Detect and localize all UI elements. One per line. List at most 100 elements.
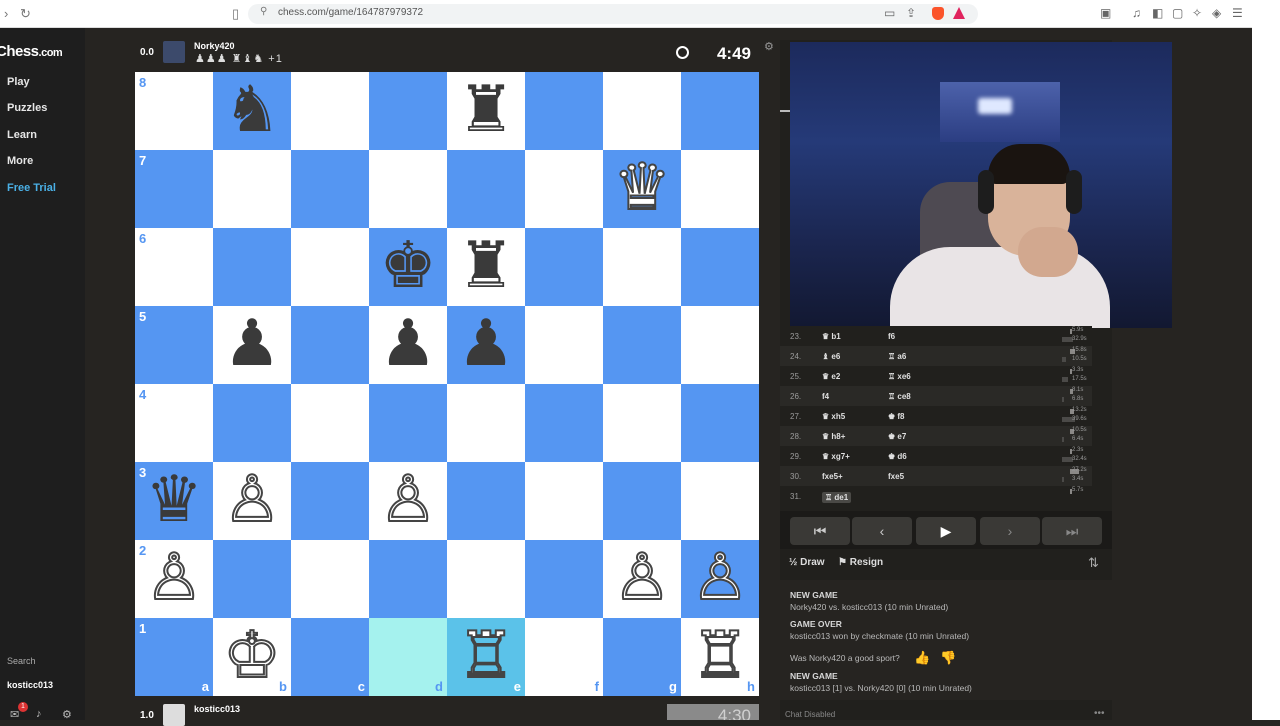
white-move[interactable]: f4 xyxy=(822,392,829,401)
square-c4[interactable] xyxy=(291,384,369,462)
site-info-icon[interactable]: ⚲ xyxy=(260,6,267,17)
square-a2[interactable]: 2 ♙ xyxy=(135,540,213,618)
bookmark-icon[interactable]: ▯ xyxy=(232,6,239,22)
sidebar-item-learn[interactable]: Learn xyxy=(7,129,37,141)
square-b8[interactable]: ♞ xyxy=(213,72,291,150)
menu-icon[interactable]: ☰ xyxy=(1232,6,1243,20)
square-g7[interactable]: ♛ xyxy=(603,150,681,228)
black-piece[interactable]: ♞ xyxy=(213,72,291,150)
square-f5[interactable] xyxy=(525,306,603,384)
black-move[interactable]: ♖ ce8 xyxy=(888,392,911,401)
square-g8[interactable] xyxy=(603,72,681,150)
square-e7[interactable] xyxy=(447,150,525,228)
square-e1[interactable]: e ♖ xyxy=(447,618,525,696)
sidebar-username[interactable]: kosticc013 xyxy=(7,680,53,690)
flip-board-icon[interactable]: ⇅ xyxy=(1088,555,1099,571)
square-c5[interactable] xyxy=(291,306,369,384)
square-h3[interactable] xyxy=(681,462,759,540)
white-piece[interactable]: ♙ xyxy=(603,540,681,618)
white-piece[interactable]: ♖ xyxy=(681,618,759,696)
square-g3[interactable] xyxy=(603,462,681,540)
square-f2[interactable] xyxy=(525,540,603,618)
cast-icon[interactable]: ▭ xyxy=(884,6,895,20)
share-icon[interactable]: ⇪ xyxy=(906,6,916,20)
square-f4[interactable] xyxy=(525,384,603,462)
square-c6[interactable] xyxy=(291,228,369,306)
square-a1[interactable]: 1a xyxy=(135,618,213,696)
black-move[interactable]: ♖ xe6 xyxy=(888,372,911,381)
square-e3[interactable] xyxy=(447,462,525,540)
square-a4[interactable]: 4 xyxy=(135,384,213,462)
square-a8[interactable]: 8 xyxy=(135,72,213,150)
square-f6[interactable] xyxy=(525,228,603,306)
square-h6[interactable] xyxy=(681,228,759,306)
white-move[interactable]: ♖ de1 xyxy=(822,492,852,503)
black-move[interactable]: f6 xyxy=(888,332,895,341)
black-move[interactable]: ♖ a6 xyxy=(888,352,906,361)
square-h5[interactable] xyxy=(681,306,759,384)
wallet-icon[interactable]: ▢ xyxy=(1172,6,1183,20)
square-g2[interactable]: ♙ xyxy=(603,540,681,618)
black-move[interactable]: fxe5 xyxy=(888,472,904,481)
brave-rewards-icon[interactable] xyxy=(953,7,965,19)
next-move-button[interactable]: › xyxy=(980,517,1040,545)
square-f3[interactable] xyxy=(525,462,603,540)
square-e2[interactable] xyxy=(447,540,525,618)
sidebar-search[interactable]: Search xyxy=(7,656,36,666)
square-g6[interactable] xyxy=(603,228,681,306)
previous-move-button[interactable]: ‹ xyxy=(852,517,912,545)
square-g5[interactable] xyxy=(603,306,681,384)
last-move-button[interactable]: ⏭ xyxy=(1042,517,1102,545)
square-d1[interactable]: d xyxy=(369,618,447,696)
square-b6[interactable] xyxy=(213,228,291,306)
media-icon[interactable]: ♫ xyxy=(1132,6,1141,20)
back-icon[interactable]: › xyxy=(4,6,8,22)
white-piece[interactable]: ♛ xyxy=(603,150,681,228)
gear-icon[interactable]: ⚙ xyxy=(62,708,72,721)
square-c2[interactable] xyxy=(291,540,369,618)
square-f1[interactable]: f xyxy=(525,618,603,696)
square-h2[interactable]: ♙ xyxy=(681,540,759,618)
square-g4[interactable] xyxy=(603,384,681,462)
draw-button[interactable]: ½ Draw xyxy=(789,557,825,568)
top-player-name[interactable]: Norky420 xyxy=(194,41,235,51)
square-d5[interactable]: ♟ xyxy=(369,306,447,384)
white-move[interactable]: ♝ e6 xyxy=(822,352,840,361)
square-h7[interactable] xyxy=(681,150,759,228)
black-move[interactable]: ♚ e7 xyxy=(888,432,906,441)
square-c7[interactable] xyxy=(291,150,369,228)
white-piece[interactable]: ♙ xyxy=(681,540,759,618)
square-g1[interactable]: g xyxy=(603,618,681,696)
chess-logo[interactable]: Chess.com xyxy=(0,43,63,60)
first-move-button[interactable]: ⏮ xyxy=(790,517,850,545)
leo-icon[interactable]: ✧ xyxy=(1192,6,1202,20)
white-move[interactable]: ♛ xh5 xyxy=(822,412,845,421)
white-piece[interactable]: ♙ xyxy=(213,462,291,540)
square-b2[interactable] xyxy=(213,540,291,618)
address-bar[interactable]: ⚲ chess.com/game/164787979372 xyxy=(248,4,978,24)
square-d7[interactable] xyxy=(369,150,447,228)
square-f7[interactable] xyxy=(525,150,603,228)
black-piece[interactable]: ♜ xyxy=(447,72,525,150)
sidebar-item-free-trial[interactable]: Free Trial xyxy=(7,182,56,194)
black-move[interactable]: ♚ d6 xyxy=(888,452,907,461)
board-settings-icon[interactable]: ⚙ xyxy=(764,40,774,53)
white-move[interactable]: fxe5+ xyxy=(822,472,843,481)
square-b4[interactable] xyxy=(213,384,291,462)
brave-shields-icon[interactable] xyxy=(932,7,944,20)
white-piece[interactable]: ♖ xyxy=(447,618,525,696)
reload-icon[interactable]: ↻ xyxy=(20,6,31,22)
white-move[interactable]: ♛ e2 xyxy=(822,372,840,381)
square-a7[interactable]: 7 xyxy=(135,150,213,228)
square-h4[interactable] xyxy=(681,384,759,462)
black-piece[interactable]: ♟ xyxy=(447,306,525,384)
more-options-icon[interactable]: ••• xyxy=(1094,708,1105,719)
square-b7[interactable] xyxy=(213,150,291,228)
square-e8[interactable]: ♜ xyxy=(447,72,525,150)
bottom-player-avatar[interactable] xyxy=(163,704,185,726)
square-d3[interactable]: ♙ xyxy=(369,462,447,540)
chess-board[interactable]: 8 ♞ ♜ 7 ♛ 6 ♚ ♜ 5 ♟ ♟ ♟ 4 3 ♛ ♙ ♙ 2 ♙ ♙ ♙ 1 a b ♔ c d e ♖ f g h ♖ xyxy=(135,72,759,696)
square-b3[interactable]: ♙ xyxy=(213,462,291,540)
square-f8[interactable] xyxy=(525,72,603,150)
square-c8[interactable] xyxy=(291,72,369,150)
